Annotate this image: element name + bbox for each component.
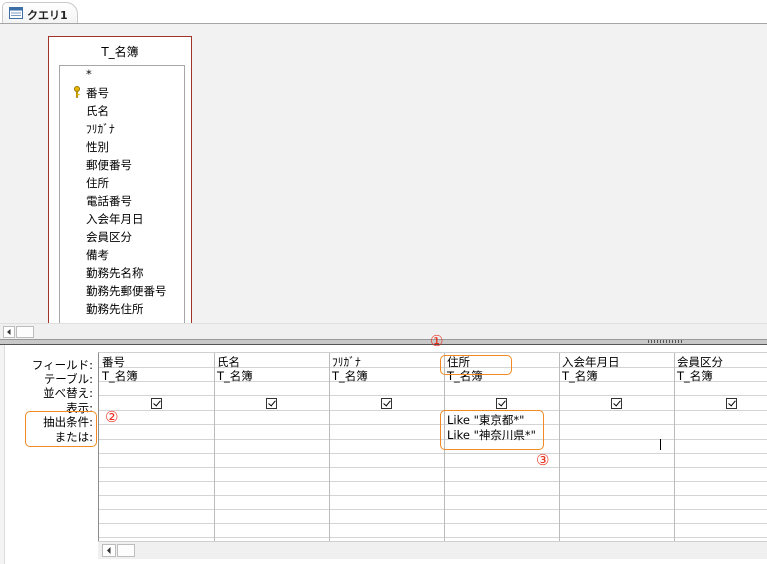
scroll-thumb[interactable] bbox=[117, 544, 135, 557]
field-item[interactable]: 氏名 bbox=[86, 103, 109, 119]
row-label-sort: 並べ替え: bbox=[43, 386, 93, 400]
grid-column-line bbox=[444, 353, 445, 549]
field-item[interactable]: 郵便番号 bbox=[86, 157, 132, 173]
scroll-left-arrow-icon bbox=[7, 329, 11, 335]
grid-table-cell[interactable]: T_名簿 bbox=[562, 368, 598, 384]
annotation-box-criteria bbox=[440, 410, 544, 450]
tab-query1[interactable]: クエリ1 bbox=[2, 2, 78, 24]
field-item[interactable]: 会員区分 bbox=[86, 229, 132, 245]
grid-row-line bbox=[99, 509, 767, 510]
primary-key-icon bbox=[74, 86, 80, 98]
field-item[interactable]: ﾌﾘｶﾞﾅ bbox=[86, 121, 115, 137]
grid-column-line bbox=[674, 353, 675, 549]
document-tab-strip: クエリ1 bbox=[0, 0, 767, 24]
grid-table-cell[interactable]: T_名簿 bbox=[677, 368, 713, 384]
grid-row-line bbox=[99, 424, 767, 425]
grid-table-cell[interactable]: T_名簿 bbox=[332, 368, 368, 384]
scroll-left-button[interactable] bbox=[102, 544, 116, 557]
field-item[interactable]: 電話番号 bbox=[86, 193, 132, 209]
grid-row-line bbox=[99, 381, 767, 382]
query-design-grid[interactable]: 番号 T_名簿 氏名 T_名簿 ﾌﾘｶﾞﾅ T_名簿 住所 T_名簿 Like … bbox=[98, 352, 767, 549]
grid-row-line bbox=[99, 453, 767, 454]
grid-column-line bbox=[214, 353, 215, 549]
field-item[interactable]: 勤務先名称 bbox=[86, 265, 144, 281]
table-field-list-window[interactable]: T_名簿 * 番号 氏名 ﾌﾘｶﾞﾅ 性別 郵便番号 住所 電話番号 入会年月日… bbox=[48, 36, 192, 323]
field-item[interactable]: 性別 bbox=[86, 139, 109, 155]
show-checkbox[interactable] bbox=[266, 398, 277, 409]
grid-row-line bbox=[99, 495, 767, 496]
upper-horizontal-scrollbar[interactable] bbox=[0, 323, 767, 340]
grid-row-line bbox=[99, 367, 767, 368]
table-title: T_名簿 bbox=[101, 45, 139, 59]
grid-column-line bbox=[559, 353, 560, 549]
grid-table-cell[interactable]: T_名簿 bbox=[102, 368, 138, 384]
grid-column-line bbox=[329, 353, 330, 549]
field-list[interactable]: * 番号 氏名 ﾌﾘｶﾞﾅ 性別 郵便番号 住所 電話番号 入会年月日 会員区分… bbox=[59, 65, 185, 323]
show-checkbox[interactable] bbox=[381, 398, 392, 409]
field-item[interactable]: 入会年月日 bbox=[86, 211, 144, 227]
text-cursor bbox=[660, 439, 661, 450]
scroll-left-arrow-icon bbox=[107, 547, 111, 554]
field-item[interactable]: 番号 bbox=[86, 85, 109, 101]
grid-row-line bbox=[99, 467, 767, 468]
query-icon bbox=[9, 7, 23, 19]
grid-row-line bbox=[99, 439, 767, 440]
scroll-left-button[interactable] bbox=[3, 326, 15, 338]
annotation-number-3: ③ bbox=[536, 451, 550, 469]
grid-row-line bbox=[99, 481, 767, 482]
annotation-number-1: ① bbox=[430, 332, 444, 350]
grid-left-margin bbox=[0, 345, 5, 564]
grid-row-line bbox=[99, 395, 767, 396]
field-item[interactable]: 備考 bbox=[86, 247, 109, 263]
annotation-box-field bbox=[440, 355, 512, 375]
annotation-number-2: ② bbox=[105, 408, 119, 426]
field-item[interactable]: 勤務先郵便番号 bbox=[86, 283, 167, 299]
show-checkbox[interactable] bbox=[726, 398, 737, 409]
grid-horizontal-scrollbar[interactable] bbox=[98, 541, 767, 559]
design-grid-pane: フィールド: テーブル: 並べ替え: 表示: 抽出条件: または: 番号 T_名… bbox=[0, 345, 767, 564]
grid-row-line bbox=[99, 537, 767, 538]
show-checkbox[interactable] bbox=[496, 398, 507, 409]
field-item[interactable]: 住所 bbox=[86, 175, 109, 191]
annotation-box-criteria-labels bbox=[25, 411, 97, 447]
grid-row-line bbox=[99, 523, 767, 524]
show-checkbox[interactable] bbox=[151, 398, 162, 409]
tab-label: クエリ1 bbox=[27, 9, 68, 22]
splitter-grip[interactable] bbox=[648, 340, 684, 343]
field-item[interactable]: 勤務先住所 bbox=[86, 301, 144, 317]
show-checkbox[interactable] bbox=[611, 398, 622, 409]
field-item[interactable]: * bbox=[86, 67, 92, 81]
grid-row-line bbox=[99, 410, 767, 411]
table-pane: T_名簿 * 番号 氏名 ﾌﾘｶﾞﾅ 性別 郵便番号 住所 電話番号 入会年月日… bbox=[0, 24, 767, 323]
grid-table-cell[interactable]: T_名簿 bbox=[217, 368, 253, 384]
scroll-thumb[interactable] bbox=[16, 326, 34, 338]
